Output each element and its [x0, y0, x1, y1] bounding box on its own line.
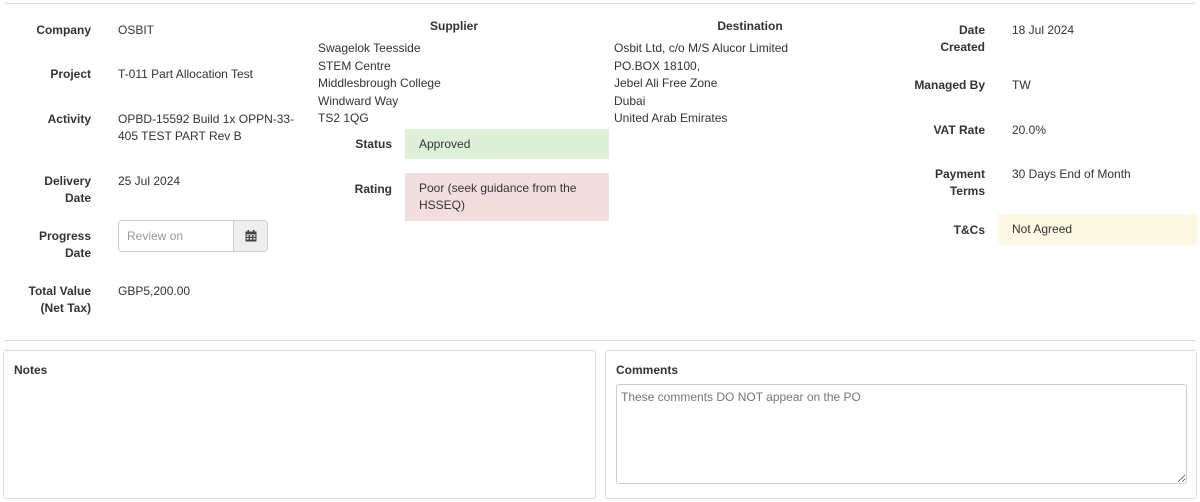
supplier-address: Swagelok Teesside STEM Centre Middlesbro… [318, 40, 441, 128]
progress-date-label: Progress Date [39, 228, 91, 262]
managed-by-value: TW [1012, 78, 1031, 92]
destination-header: Destination [717, 19, 783, 33]
date-created-label-line1: Date [958, 23, 985, 37]
supplier-header: Supplier [429, 19, 478, 33]
progress-date-input[interactable] [119, 221, 233, 251]
vat-rate-value: 20.0% [1012, 123, 1047, 137]
supplier-address-line: STEM Centre [318, 58, 391, 73]
delivery-date-value: 25 Jul 2024 [118, 174, 181, 188]
vat-rate-label: VAT Rate [933, 123, 985, 137]
payment-terms-label: Payment Terms [935, 166, 985, 200]
rating-label: Rating [354, 182, 392, 196]
rating-badge: Poor (seek guidance from the HSSEQ) [405, 173, 609, 221]
delivery-date-label: Delivery Date [44, 173, 91, 207]
rating-value-line2: HSSEQ) [419, 198, 466, 212]
progress-date-label-line1: Progress [38, 229, 91, 243]
progress-date-input-group [118, 220, 268, 252]
order-details-panel: Company OSBIT Project T-011 Part Allocat… [3, 3, 1197, 341]
company-label: Company [36, 23, 91, 37]
project-label: Project [50, 67, 91, 81]
delivery-date-label-line1: Delivery [44, 174, 91, 188]
notes-panel: Notes [3, 350, 596, 499]
comments-textarea[interactable] [616, 384, 1187, 484]
tcs-badge: Not Agreed [998, 214, 1197, 245]
destination-address-line: Osbit Ltd, c/o M/S Alucor Limited [614, 41, 789, 55]
activity-label: Activity [47, 112, 91, 126]
destination-address-line: Dubai [614, 93, 646, 108]
supplier-address-line: Swagelok Teesside [318, 41, 421, 55]
payment-terms-value: 30 Days End of Month [1012, 167, 1131, 181]
payment-terms-label-line2: Terms [949, 184, 985, 198]
date-created-label-line2: Created [940, 40, 985, 54]
company-value: OSBIT [118, 23, 155, 37]
status-label: Status [355, 137, 392, 151]
status-badge: Approved [405, 129, 609, 159]
date-created-label: Date Created [940, 22, 985, 56]
supplier-address-line: TS2 1QG [318, 111, 369, 125]
destination-address-line: PO.BOX 18100, [614, 58, 701, 73]
total-value-label-line2: (Net Tax) [40, 301, 91, 315]
supplier-address-line: Middlesbrough College [318, 76, 441, 90]
activity-value: OPBD-15592 Build 1x OPPN-33- 405 TEST PA… [118, 111, 294, 145]
payment-terms-label-line1: Payment [934, 167, 985, 181]
date-created-value: 18 Jul 2024 [1012, 23, 1075, 37]
total-value-value: GBP5,200.00 [118, 284, 191, 298]
managed-by-label: Managed By [914, 78, 985, 92]
project-value: T-011 Part Allocation Test [118, 67, 253, 81]
destination-address-line: Jebel Ali Free Zone [614, 76, 718, 90]
total-value-label-line1: Total Value [28, 284, 91, 298]
total-value-label: Total Value (Net Tax) [29, 283, 91, 317]
calendar-icon[interactable] [233, 221, 267, 251]
supplier-address-line: Windward Way [318, 93, 399, 108]
activity-value-line1: OPBD-15592 Build 1x OPPN-33- [118, 112, 295, 126]
rating-value-line1: Poor (seek guidance from the [419, 181, 577, 195]
activity-value-line2: 405 TEST PART Rev B [118, 129, 242, 143]
notes-title: Notes [14, 363, 48, 377]
comments-title: Comments [616, 363, 679, 377]
destination-address-line: United Arab Emirates [614, 111, 728, 125]
comments-panel: Comments [605, 350, 1197, 499]
progress-date-label-line2: Date [64, 246, 91, 260]
destination-address: Osbit Ltd, c/o M/S Alucor Limited PO.BOX… [614, 40, 788, 128]
delivery-date-label-line2: Date [64, 191, 91, 205]
tcs-label: T&Cs [953, 223, 985, 237]
